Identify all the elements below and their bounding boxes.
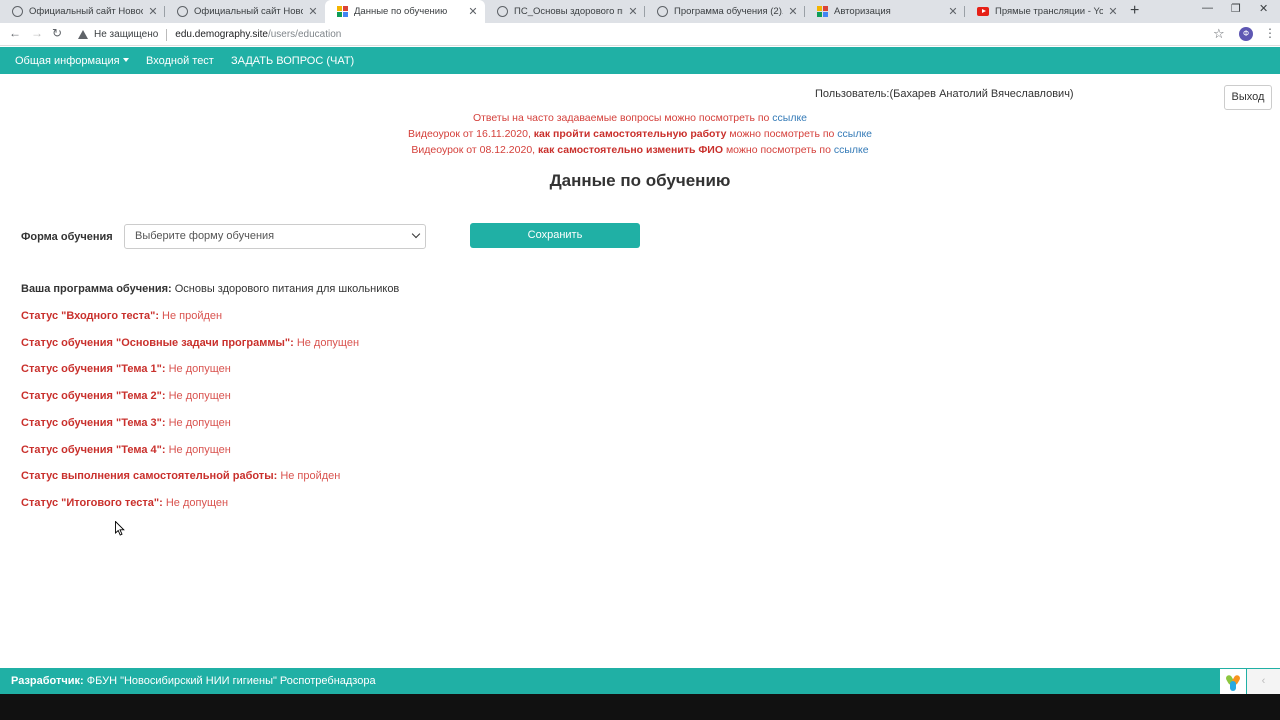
url-path: /users/education	[267, 29, 342, 40]
mouse-cursor-icon	[115, 521, 125, 536]
warning-icon	[78, 30, 88, 39]
logout-button[interactable]: Выход	[1224, 85, 1272, 110]
close-tab-icon[interactable]: ✕	[467, 5, 479, 18]
close-tab-icon[interactable]: ✕	[307, 5, 319, 18]
site-navbar: Общая информация Входной тест ЗАДАТЬ ВОП…	[0, 47, 1280, 74]
status-line: Статус обучения "Тема 3": Не допущен	[21, 417, 231, 429]
close-tab-icon[interactable]: ✕	[147, 5, 159, 18]
close-tab-icon[interactable]: ✕	[947, 5, 959, 18]
url-field[interactable]: Не защищено edu.demography.site/users/ed…	[74, 25, 1234, 44]
caret-down-icon	[122, 58, 129, 62]
video2-notice: Видеоурок от 08.12.2020, как самостоятел…	[411, 144, 869, 156]
yii-debug-logo-icon[interactable]	[1220, 669, 1246, 694]
grid-icon	[817, 6, 828, 17]
globe-icon	[177, 6, 188, 17]
close-tab-icon[interactable]: ✕	[627, 5, 639, 18]
nav-entry-test[interactable]: Входной тест	[146, 55, 214, 67]
program-line: Ваша программа обучения: Основы здоровог…	[21, 283, 400, 295]
grid-icon	[337, 6, 348, 17]
browser-tab-active[interactable]: Данные по обучению ✕	[325, 0, 485, 23]
close-window-icon[interactable]: ✕	[1259, 2, 1268, 15]
restore-icon[interactable]: ❐	[1231, 2, 1241, 15]
youtube-icon	[977, 7, 989, 16]
globe-icon	[657, 6, 668, 17]
globe-icon	[12, 6, 23, 17]
video1-link[interactable]: ссылке	[837, 128, 872, 140]
faq-notice: Ответы на часто задаваемые вопросы можно…	[472, 112, 808, 124]
back-icon[interactable]: ←	[9, 26, 21, 40]
chevron-down-icon	[411, 229, 421, 239]
status-line: Статус обучения "Тема 2": Не допущен	[21, 390, 231, 402]
browser-tab[interactable]: Авторизация ✕	[805, 0, 965, 23]
status-line: Статус обучения "Основные задачи програм…	[21, 337, 360, 349]
site-footer: Разработчик: ФБУН "Новосибирский НИИ гиг…	[0, 668, 1280, 694]
minimize-icon[interactable]: —	[1202, 2, 1213, 14]
url-host: edu.demography.site	[175, 29, 268, 40]
menu-dots-icon[interactable]: ⋮	[1264, 26, 1276, 40]
bookmark-star-icon[interactable]: ☆	[1213, 26, 1225, 42]
browser-tab[interactable]: Программа обучения (2).pdf ✕	[645, 0, 805, 23]
browser-tab[interactable]: Официальный сайт Новосибир ✕	[0, 0, 165, 23]
browser-tab[interactable]: Прямые трансляции - YouTube ✕	[965, 0, 1125, 23]
faq-link[interactable]: ссылке	[772, 112, 807, 124]
status-line: Статус обучения "Тема 4": Не допущен	[21, 444, 231, 456]
current-user: Пользователь:(Бахарев Анатолий Вячеславл…	[815, 88, 1074, 100]
browser-tab-strip: Официальный сайт Новосибир ✕ Официальный…	[0, 0, 1280, 23]
status-line: Статус "Итогового теста": Не допущен	[21, 497, 229, 509]
new-tab-icon[interactable]: +	[1130, 2, 1139, 20]
debug-toggle-icon[interactable]: ‹	[1247, 669, 1280, 694]
save-button[interactable]: Сохранить	[470, 223, 640, 248]
globe-icon	[497, 6, 508, 17]
close-tab-icon[interactable]: ✕	[1107, 5, 1119, 18]
close-tab-icon[interactable]: ✕	[787, 5, 799, 18]
nav-ask-question[interactable]: ЗАДАТЬ ВОПРОС (ЧАТ)	[231, 55, 354, 67]
status-line: Статус обучения "Тема 1": Не допущен	[21, 363, 231, 375]
video2-link[interactable]: ссылке	[834, 144, 869, 156]
status-line: Статус выполнения самостоятельной работы…	[21, 470, 341, 482]
page-title: Данные по обучению	[549, 171, 731, 190]
study-form-select[interactable]: Выберите форму обучения	[124, 224, 426, 249]
forward-icon[interactable]: →	[31, 26, 43, 40]
profile-avatar[interactable]: Ф	[1239, 27, 1253, 41]
browser-tab[interactable]: ПС_Основы здорового питани ✕	[485, 0, 645, 23]
browser-tab[interactable]: Официальный сайт Новосибир ✕	[165, 0, 325, 23]
os-taskbar	[0, 694, 1280, 720]
security-label: Не защищено	[94, 29, 159, 40]
address-bar-row: ← → ↻ Не защищено edu.demography.site/us…	[0, 23, 1280, 46]
study-form-label: Форма обучения	[21, 231, 113, 243]
reload-icon[interactable]: ↻	[52, 26, 62, 40]
status-line: Статус "Входного теста": Не пройден	[21, 310, 223, 322]
nav-general-info[interactable]: Общая информация	[15, 55, 129, 67]
video1-notice: Видеоурок от 16.11.2020, как пройти само…	[407, 128, 873, 140]
